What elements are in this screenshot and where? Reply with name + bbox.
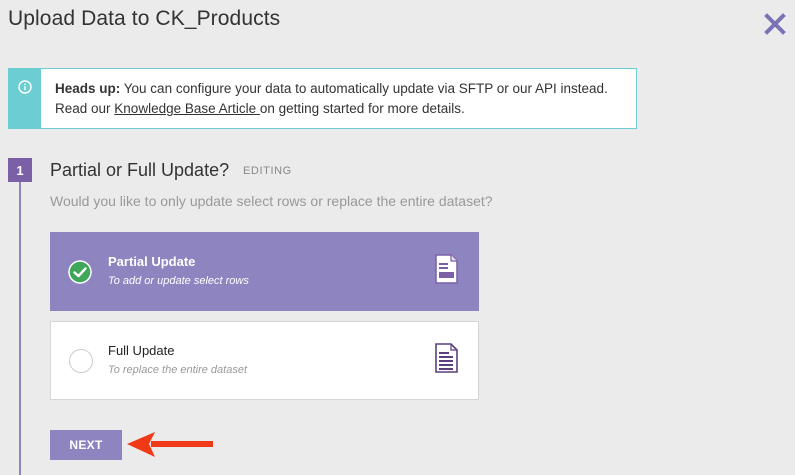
alert-line-1: Heads up: You can configure your data to… — [55, 79, 608, 99]
step-status-label: EDITING — [243, 165, 292, 177]
knowledge-base-link[interactable]: Knowledge Base Article — [114, 101, 260, 116]
step-number-badge: 1 — [8, 158, 32, 182]
close-icon[interactable] — [763, 12, 787, 36]
alert-line-2-prefix: Read our — [55, 101, 115, 116]
option-subtitle: To replace the entire dataset — [108, 364, 248, 376]
radio-unchecked[interactable] — [69, 349, 93, 373]
document-icon — [435, 254, 458, 284]
step-title: Partial or Full Update? — [50, 160, 230, 180]
full-update-option[interactable]: Full Update To replace the entire datase… — [50, 321, 479, 400]
option-title: Partial Update — [108, 254, 196, 269]
step-question: Would you like to only update select row… — [50, 193, 493, 209]
step-connector-line — [19, 182, 21, 475]
heads-up-alert: Heads up: You can configure your data to… — [8, 68, 637, 129]
alert-message: Heads up: You can configure your data to… — [41, 69, 608, 128]
dialog-title: Upload Data to CK_Products — [8, 7, 281, 30]
alert-line-2: Read our Knowledge Base Article on getti… — [55, 99, 608, 119]
option-title: Full Update — [108, 343, 175, 358]
alert-line-2-suffix: on getting started for more details. — [259, 101, 465, 116]
info-icon — [18, 80, 32, 94]
check-circle-icon — [68, 260, 92, 284]
heads-up-label: Heads up: — [55, 81, 121, 96]
option-subtitle: To add or update select rows — [108, 275, 249, 287]
alert-bar — [9, 69, 41, 128]
partial-update-option[interactable]: Partial Update To add or update select r… — [50, 232, 479, 311]
red-arrow-icon — [127, 432, 213, 457]
next-button[interactable]: NEXT — [50, 430, 122, 460]
document-icon — [435, 343, 458, 373]
alert-line-1-text: You can configure your data to automatic… — [120, 81, 608, 96]
